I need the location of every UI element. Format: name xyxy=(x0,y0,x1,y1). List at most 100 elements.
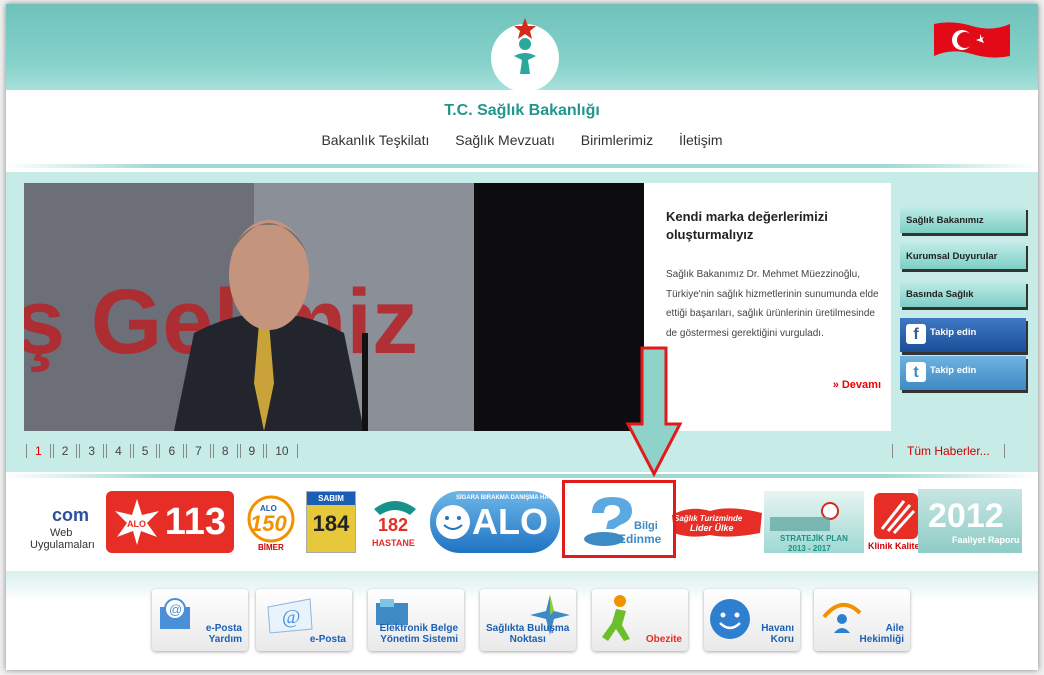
app-label-line: Elektronik Belge xyxy=(379,623,458,634)
app-label: Elektronik Belge Yönetim Sistemi xyxy=(380,623,458,645)
email-envelope-icon: @ xyxy=(267,598,313,634)
app-label-line: Noktası xyxy=(509,634,546,645)
app-label-line: e-Posta xyxy=(309,634,346,645)
alo-113-star-icon: ALO xyxy=(115,499,159,545)
app-obezite[interactable]: Obezite xyxy=(592,589,688,651)
highlight-box xyxy=(562,480,676,558)
alo-171-label: SİGARA BIRAKMA DANIŞMA HATTI xyxy=(456,495,558,501)
hastane-label: HASTANE xyxy=(372,538,415,548)
turizm-label: Sağlık Turizminde xyxy=(674,514,743,523)
turkish-flag-icon xyxy=(934,22,1010,58)
app-label-line: Yönetim Sistemi xyxy=(380,634,458,645)
page-link-7[interactable]: 7 xyxy=(186,444,211,458)
smiley-icon xyxy=(436,505,470,539)
news-body: Sağlık Bakanımız Dr. Mehmet Müezzinoğlu,… xyxy=(666,269,879,339)
app-saglikta-bulusma[interactable]: Sağlıkta Buluşma Noktası xyxy=(480,589,576,651)
page-link-10[interactable]: 10 xyxy=(266,444,298,458)
hastane-randevu-banner[interactable]: 182 HASTANE xyxy=(364,491,426,553)
nav-saglik-mevzuati[interactable]: Sağlık Mevzuatı xyxy=(455,132,555,148)
app-label-line: Sağlıkta Buluşma xyxy=(486,623,570,634)
app-label-line: Havanı xyxy=(761,623,794,634)
sabim-number: 184 xyxy=(312,511,350,536)
app-label-line: Koru xyxy=(770,634,794,645)
app-elektronik-belge[interactable]: Elektronik Belge Yönetim Sistemi xyxy=(368,589,464,651)
sabim-label: SABIM xyxy=(307,492,355,505)
alo-113-small: ALO xyxy=(127,519,146,529)
news-slide-image[interactable]: ş Gel miz xyxy=(24,183,644,431)
app-label-line: e-Posta xyxy=(205,623,242,634)
app-label: Aile Hekimliği xyxy=(860,623,904,645)
app-aile-hekimligi[interactable]: Aile Hekimliği xyxy=(814,589,910,651)
svg-text:@: @ xyxy=(282,606,300,628)
web-apps-logo: com xyxy=(52,505,89,525)
app-label-line: Aile xyxy=(885,623,904,634)
side-link-label: Basında Sağlık xyxy=(906,289,974,300)
app-label: e-Posta xyxy=(310,634,346,645)
email-help-icon: @ xyxy=(160,598,190,629)
family-icon xyxy=(822,603,862,633)
page-link-1[interactable]: 1 xyxy=(26,444,51,458)
page-link-3[interactable]: 3 xyxy=(79,444,105,458)
faaliyet-raporu-2012-banner[interactable]: 2012 Faaliyet Raporu xyxy=(918,489,1022,553)
web-apps-label: Uygulamaları xyxy=(30,539,95,551)
page-link-2[interactable]: 2 xyxy=(52,444,78,458)
divider xyxy=(6,164,1038,168)
alo-150-number: 150 xyxy=(250,511,287,536)
main-nav: Bakanlık Teşkilatı Sağlık Mevzuatı Birim… xyxy=(6,132,1038,148)
twitter-icon: t xyxy=(906,362,926,382)
app-label-line: Obezite xyxy=(645,634,682,645)
ministry-logo[interactable] xyxy=(486,14,564,94)
side-link-kurumsal-duyurular[interactable]: Kurumsal Duyurular xyxy=(900,243,1026,269)
site-title[interactable]: T.C. Sağlık Bakanlığı xyxy=(6,102,1038,120)
browser-page: T.C. Sağlık Bakanlığı Bakanlık Teşkilatı… xyxy=(6,4,1038,670)
all-news-link[interactable]: Tüm Haberler... xyxy=(892,444,1005,458)
annotation-arrow-icon xyxy=(625,346,683,478)
faaliyet-label: Faaliyet Raporu xyxy=(952,535,1020,545)
nav-birimlerimiz[interactable]: Birimlerimiz xyxy=(581,132,653,148)
app-label: e-Posta Yardım xyxy=(206,623,242,645)
web-apps-banner[interactable]: com Web Uygulamaları xyxy=(30,491,110,553)
turizm-label: Lider Ülke xyxy=(690,523,734,533)
facebook-icon: f xyxy=(906,324,926,344)
saglik-turizmi-banner[interactable]: Sağlık Turizminde Lider Ülke xyxy=(670,491,764,553)
bimer-label: BİMER xyxy=(258,543,284,552)
app-eposta[interactable]: @ e-Posta xyxy=(256,589,352,651)
alo-171-banner[interactable]: SİGARA BIRAKMA DANIŞMA HATTI ALO 171 xyxy=(430,491,560,604)
twitter-follow-button[interactable]: t Takip edin xyxy=(900,356,1026,390)
app-havani-koru[interactable]: Havanı Koru xyxy=(704,589,800,651)
app-label: Sağlıkta Buluşma Noktası xyxy=(486,623,569,645)
app-eposta-yardim[interactable]: @ e-Posta Yardım xyxy=(152,589,248,651)
read-more-link[interactable]: » Devamı xyxy=(833,379,881,391)
app-label: Obezite xyxy=(646,634,682,645)
alo-150-bimer-banner[interactable]: ALO 150 BİMER xyxy=(238,491,304,553)
page-link-9[interactable]: 9 xyxy=(239,444,265,458)
sabim-184-banner[interactable]: SABIM 184 xyxy=(306,491,356,553)
side-link-basinda-saglik[interactable]: Basında Sağlık xyxy=(900,281,1026,307)
follow-label: Takip edin xyxy=(930,327,977,338)
page-link-8[interactable]: 8 xyxy=(212,444,238,458)
smiley-face-icon xyxy=(710,599,750,639)
nav-bakanlik-teskilati[interactable]: Bakanlık Teşkilatı xyxy=(321,132,429,148)
follow-label: Takip edin xyxy=(930,365,977,376)
side-link-label: Sağlık Bakanımız xyxy=(906,215,984,226)
alo-113-banner[interactable]: ALO 113 xyxy=(106,491,234,553)
running-figure-icon xyxy=(602,595,630,641)
stratejik-years: 2013 - 2017 xyxy=(788,544,831,553)
alo-113-number: 113 xyxy=(164,501,226,543)
facebook-follow-button[interactable]: f Takip edin xyxy=(900,318,1026,352)
app-label-line: Hekimliği xyxy=(859,634,904,645)
nav-iletisim[interactable]: İletişim xyxy=(679,132,723,148)
faaliyet-year: 2012 xyxy=(928,497,1004,535)
klinik-label: Klinik Kalite xyxy=(868,541,920,551)
web-apps-label: Web xyxy=(50,527,72,539)
svg-text:@: @ xyxy=(169,602,182,617)
news-title[interactable]: Kendi marka değerlerimizi oluşturmalıyız xyxy=(666,208,876,244)
side-link-saglik-bakanimiz[interactable]: Sağlık Bakanımız xyxy=(900,207,1026,233)
side-link-label: Kurumsal Duyurular xyxy=(906,251,998,262)
page-link-6[interactable]: 6 xyxy=(159,444,185,458)
page-link-4[interactable]: 4 xyxy=(106,444,131,458)
klinik-kalite-banner[interactable]: Klinik Kalite xyxy=(868,491,922,553)
page-link-5[interactable]: 5 xyxy=(132,444,158,458)
stratejik-plan-banner[interactable]: STRATEJİK PLAN 2013 - 2017 xyxy=(764,491,864,553)
app-label-line: Yardım xyxy=(208,634,242,645)
